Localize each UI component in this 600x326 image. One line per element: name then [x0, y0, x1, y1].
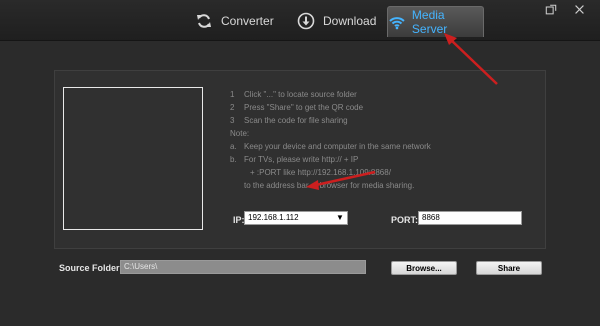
- note-b-line-3: to the address bar of browser for media …: [244, 181, 415, 190]
- qr-code-area: [63, 87, 203, 230]
- wifi-icon: [389, 17, 405, 30]
- source-folder-label: Source Folder:: [59, 263, 123, 273]
- ip-select[interactable]: 192.168.1.112 ▼: [244, 211, 348, 225]
- media-server-panel: 1 Click "..." to locate source folder 2 Pr…: [54, 70, 546, 249]
- tab-converter-label: Converter: [221, 14, 274, 28]
- note-a: a. Keep your device and computer in the s…: [230, 142, 431, 151]
- refresh-icon: [197, 14, 211, 28]
- share-button[interactable]: Share: [476, 261, 542, 275]
- tab-converter[interactable]: Converter: [195, 6, 274, 36]
- tab-media-server-label: Media Server: [411, 8, 448, 36]
- restore-icon[interactable]: [544, 4, 558, 18]
- chevron-down-icon[interactable]: ▼: [335, 213, 345, 223]
- note-b: b. For TVs, please write http:// + IP: [230, 155, 359, 164]
- browse-button[interactable]: Browse...: [391, 261, 457, 275]
- top-tab-bar: Converter Download Media Server: [0, 0, 600, 41]
- instruction-step-3: 3 Scan the code for file sharing: [230, 116, 348, 125]
- ip-label: IP:: [233, 215, 245, 225]
- ip-value: 192.168.1.112: [248, 213, 299, 222]
- tab-download[interactable]: Download: [297, 6, 376, 36]
- note-b-line-2: + :PORT like http://192.168.1.109:8868/: [250, 168, 391, 177]
- close-icon[interactable]: [572, 4, 586, 18]
- instruction-step-2: 2 Press "Share" to get the QR code: [230, 103, 364, 112]
- tab-media-server[interactable]: Media Server: [387, 6, 484, 37]
- download-icon: [297, 12, 315, 30]
- port-label: PORT:: [391, 215, 418, 225]
- tab-download-label: Download: [323, 14, 377, 28]
- note-title: Note:: [230, 129, 250, 138]
- instruction-step-1: 1 Click "..." to locate source folder: [230, 90, 357, 99]
- instructions: 1 Click "..." to locate source folder 2 Pr…: [230, 88, 530, 192]
- port-input[interactable]: 8868: [418, 211, 522, 225]
- source-folder-input[interactable]: C:\Users\: [120, 260, 366, 274]
